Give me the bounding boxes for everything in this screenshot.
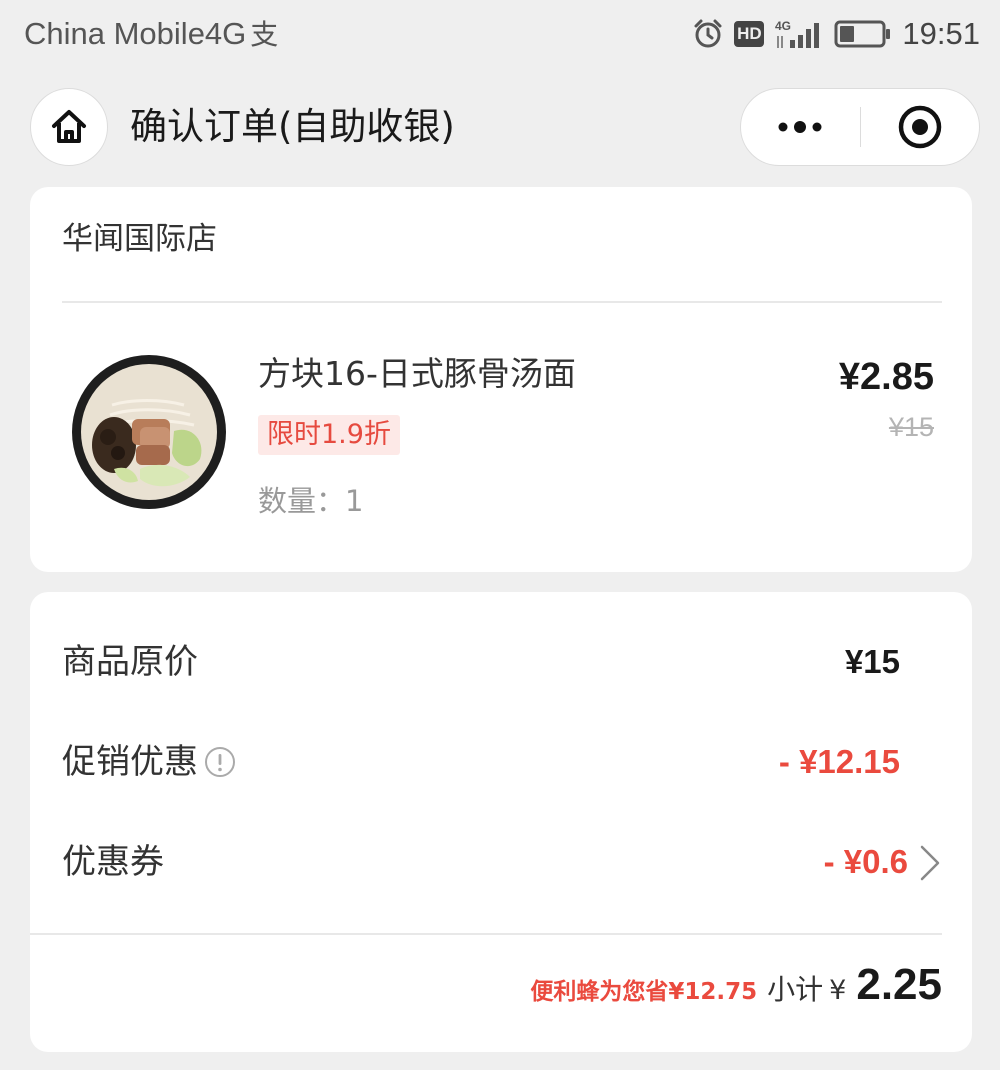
store-name: 华闻国际店 xyxy=(62,221,217,257)
menu-capsule xyxy=(740,88,980,166)
status-time: 19:51 xyxy=(902,16,980,51)
promotion-label-group: 促销优惠 xyxy=(62,732,236,792)
order-items-card: 华闻国际店 方块16-日式豚骨汤面 限时1.9折 数量：1 ¥2.85 ¥15 xyxy=(30,187,972,572)
original-price-row: 商品原价 ¥15 xyxy=(62,632,942,692)
battery-icon xyxy=(834,20,891,48)
close-miniprogram-button[interactable] xyxy=(861,89,979,165)
subtotal-currency: ¥ xyxy=(829,975,847,1006)
price-summary-card: 商品原价 ¥15 促销优惠 - ¥12.15 优惠券 - ¥0.6 便利蜂为您省… xyxy=(30,592,972,1052)
product-quantity: 数量：1 xyxy=(258,484,364,518)
subtotal-label: 小计 xyxy=(767,973,824,1006)
chevron-right-icon xyxy=(920,845,940,881)
original-price-label: 商品原价 xyxy=(62,642,198,682)
more-options-button[interactable] xyxy=(741,89,859,165)
home-icon xyxy=(52,110,86,143)
carrier-name: China Mobile4G 支 xyxy=(24,14,278,55)
product-original-price: ¥15 xyxy=(888,412,934,442)
status-bar: China Mobile4G 支 HD 4G 19:51 xyxy=(0,0,1000,70)
product-image[interactable] xyxy=(70,353,228,511)
coupon-label: 优惠券 xyxy=(62,842,164,882)
hd-badge: HD xyxy=(734,21,765,47)
summary-divider xyxy=(30,933,942,935)
store-divider xyxy=(62,301,942,303)
more-dots-icon xyxy=(778,121,822,133)
alarm-clock-icon xyxy=(694,19,722,48)
promotion-label: 促销优惠 xyxy=(62,742,198,782)
alipay-icon: 支 xyxy=(250,19,279,50)
promotion-row: 促销优惠 - ¥12.15 xyxy=(62,732,942,792)
product-price: ¥2.85 xyxy=(838,356,934,398)
coupon-row[interactable]: 优惠券 - ¥0.6 xyxy=(62,832,942,892)
savings-text: 便利蜂为您省¥12.75 xyxy=(530,979,758,1005)
coupon-value: - ¥0.6 xyxy=(823,843,908,880)
cell-signal-icon: 4G xyxy=(775,19,820,48)
discount-tag: 限时1.9折 xyxy=(258,415,400,455)
original-price-value: ¥15 xyxy=(844,643,900,680)
status-icons: HD 4G 19:51 xyxy=(692,14,980,54)
target-close-icon xyxy=(898,105,942,149)
carrier-label: China Mobile4G xyxy=(24,16,247,51)
page-title: 确认订单(自助收银) xyxy=(130,105,455,148)
signal-label: 4G xyxy=(775,19,791,33)
info-icon[interactable] xyxy=(204,746,236,778)
subtotal-amount: 2.25 xyxy=(856,960,942,1009)
promotion-value: - ¥12.15 xyxy=(778,743,900,780)
mini-program-header: 确认订单(自助收银) xyxy=(0,80,1000,176)
product-name: 方块16-日式豚骨汤面 xyxy=(258,354,576,393)
home-button[interactable] xyxy=(30,88,108,166)
subtotal-line: 便利蜂为您省¥12.75 小计 ¥ 2.25 xyxy=(530,960,942,1020)
